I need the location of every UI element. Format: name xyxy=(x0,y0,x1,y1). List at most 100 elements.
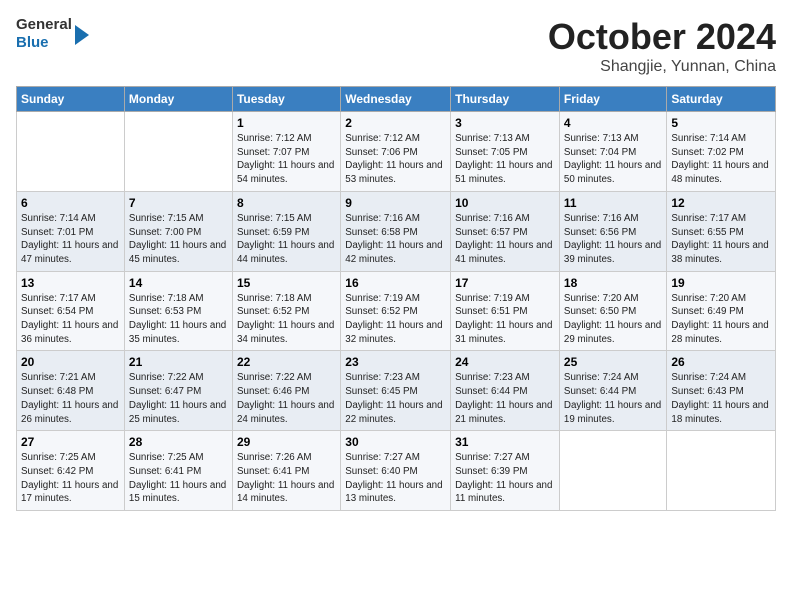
day-info: Sunrise: 7:19 AM Sunset: 6:51 PM Dayligh… xyxy=(455,292,555,347)
calendar-cell: 10 Sunrise: 7:16 AM Sunset: 6:57 PM Dayli… xyxy=(451,191,560,271)
day-number: 13 xyxy=(21,276,120,290)
day-info: Sunrise: 7:12 AM Sunset: 7:06 PM Dayligh… xyxy=(345,132,446,187)
day-info: Sunrise: 7:15 AM Sunset: 6:59 PM Dayligh… xyxy=(237,212,336,267)
day-number: 12 xyxy=(671,196,771,210)
day-number: 11 xyxy=(564,196,662,210)
day-number: 2 xyxy=(345,116,446,130)
calendar-cell: 26 Sunrise: 7:24 AM Sunset: 6:43 PM Dayli… xyxy=(667,351,776,431)
day-info: Sunrise: 7:13 AM Sunset: 7:04 PM Dayligh… xyxy=(564,132,662,187)
day-number: 28 xyxy=(129,435,228,449)
title-block: October 2024 Shangjie, Yunnan, China xyxy=(548,16,776,76)
day-info: Sunrise: 7:18 AM Sunset: 6:52 PM Dayligh… xyxy=(237,292,336,347)
day-number: 25 xyxy=(564,355,662,369)
day-of-week-header: Wednesday xyxy=(341,87,451,112)
calendar-cell: 8 Sunrise: 7:15 AM Sunset: 6:59 PM Daylig… xyxy=(232,191,340,271)
day-of-week-header: Monday xyxy=(124,87,232,112)
day-number: 10 xyxy=(455,196,555,210)
calendar-cell: 17 Sunrise: 7:19 AM Sunset: 6:51 PM Dayli… xyxy=(451,271,560,351)
day-info: Sunrise: 7:27 AM Sunset: 6:39 PM Dayligh… xyxy=(455,451,555,506)
day-info: Sunrise: 7:16 AM Sunset: 6:58 PM Dayligh… xyxy=(345,212,446,267)
calendar-cell: 3Sunrise: 7:13 AM Sunset: 7:05 PM Daylig… xyxy=(451,112,560,192)
calendar-cell: 18Sunrise: 7:20 AM Sunset: 6:50 PM Dayli… xyxy=(559,271,666,351)
calendar-cell: 24Sunrise: 7:23 AM Sunset: 6:44 PM Dayli… xyxy=(451,351,560,431)
day-number: 23 xyxy=(345,355,446,369)
page-header: General Blue October 2024 Shangjie, Yunn… xyxy=(16,16,776,76)
calendar-cell: 19 Sunrise: 7:20 AM Sunset: 6:49 PM Dayli… xyxy=(667,271,776,351)
day-info: Sunrise: 7:17 AM Sunset: 6:54 PM Dayligh… xyxy=(21,292,120,347)
calendar-header-row: SundayMondayTuesdayWednesdayThursdayFrid… xyxy=(17,87,776,112)
day-info: Sunrise: 7:23 AM Sunset: 6:45 PM Dayligh… xyxy=(345,371,446,426)
logo: General Blue xyxy=(16,16,89,52)
logo-blue: Blue xyxy=(16,34,72,52)
day-number: 7 xyxy=(129,196,228,210)
day-number: 24 xyxy=(455,355,555,369)
calendar-cell xyxy=(667,431,776,511)
day-number: 5 xyxy=(671,116,771,130)
day-number: 6 xyxy=(21,196,120,210)
day-info: Sunrise: 7:16 AM Sunset: 6:57 PM Dayligh… xyxy=(455,212,555,267)
calendar-cell: 6 Sunrise: 7:14 AM Sunset: 7:01 PM Daylig… xyxy=(17,191,125,271)
calendar-cell: 21 Sunrise: 7:22 AM Sunset: 6:47 PM Dayli… xyxy=(124,351,232,431)
day-number: 19 xyxy=(671,276,771,290)
day-info: Sunrise: 7:25 AM Sunset: 6:42 PM Dayligh… xyxy=(21,451,120,506)
day-number: 20 xyxy=(21,355,120,369)
day-number: 29 xyxy=(237,435,336,449)
day-info: Sunrise: 7:22 AM Sunset: 6:47 PM Dayligh… xyxy=(129,371,228,426)
day-of-week-header: Thursday xyxy=(451,87,560,112)
calendar-week-row: 27Sunrise: 7:25 AM Sunset: 6:42 PM Dayli… xyxy=(17,431,776,511)
day-number: 30 xyxy=(345,435,446,449)
logo-general: General xyxy=(16,16,72,34)
day-number: 14 xyxy=(129,276,228,290)
calendar-cell: 22Sunrise: 7:22 AM Sunset: 6:46 PM Dayli… xyxy=(232,351,340,431)
day-number: 21 xyxy=(129,355,228,369)
day-number: 4 xyxy=(564,116,662,130)
calendar-cell: 9 Sunrise: 7:16 AM Sunset: 6:58 PM Daylig… xyxy=(341,191,451,271)
calendar-cell: 7 Sunrise: 7:15 AM Sunset: 7:00 PM Daylig… xyxy=(124,191,232,271)
logo-text: General Blue xyxy=(16,16,72,52)
day-number: 26 xyxy=(671,355,771,369)
calendar-cell: 13 Sunrise: 7:17 AM Sunset: 6:54 PM Dayli… xyxy=(17,271,125,351)
day-number: 15 xyxy=(237,276,336,290)
calendar-week-row: 1 Sunrise: 7:12 AM Sunset: 7:07 PM Daylig… xyxy=(17,112,776,192)
calendar-table: SundayMondayTuesdayWednesdayThursdayFrid… xyxy=(16,86,776,511)
day-number: 16 xyxy=(345,276,446,290)
calendar-cell: 11 Sunrise: 7:16 AM Sunset: 6:56 PM Dayli… xyxy=(559,191,666,271)
calendar-cell: 31Sunrise: 7:27 AM Sunset: 6:39 PM Dayli… xyxy=(451,431,560,511)
calendar-cell: 28Sunrise: 7:25 AM Sunset: 6:41 PM Dayli… xyxy=(124,431,232,511)
calendar-week-row: 13 Sunrise: 7:17 AM Sunset: 6:54 PM Dayli… xyxy=(17,271,776,351)
day-of-week-header: Saturday xyxy=(667,87,776,112)
day-info: Sunrise: 7:20 AM Sunset: 6:50 PM Dayligh… xyxy=(564,292,662,347)
day-of-week-header: Tuesday xyxy=(232,87,340,112)
day-info: Sunrise: 7:19 AM Sunset: 6:52 PM Dayligh… xyxy=(345,292,446,347)
day-of-week-header: Sunday xyxy=(17,87,125,112)
day-number: 8 xyxy=(237,196,336,210)
calendar-cell: 20 Sunrise: 7:21 AM Sunset: 6:48 PM Dayli… xyxy=(17,351,125,431)
day-number: 17 xyxy=(455,276,555,290)
day-info: Sunrise: 7:17 AM Sunset: 6:55 PM Dayligh… xyxy=(671,212,771,267)
calendar-cell: 23 Sunrise: 7:23 AM Sunset: 6:45 PM Dayli… xyxy=(341,351,451,431)
calendar-cell: 2 Sunrise: 7:12 AM Sunset: 7:06 PM Daylig… xyxy=(341,112,451,192)
month-year-title: October 2024 xyxy=(548,16,776,58)
day-info: Sunrise: 7:27 AM Sunset: 6:40 PM Dayligh… xyxy=(345,451,446,506)
calendar-cell: 4 Sunrise: 7:13 AM Sunset: 7:04 PM Daylig… xyxy=(559,112,666,192)
day-number: 1 xyxy=(237,116,336,130)
calendar-cell: 27Sunrise: 7:25 AM Sunset: 6:42 PM Dayli… xyxy=(17,431,125,511)
calendar-cell: 15 Sunrise: 7:18 AM Sunset: 6:52 PM Dayli… xyxy=(232,271,340,351)
calendar-week-row: 6 Sunrise: 7:14 AM Sunset: 7:01 PM Daylig… xyxy=(17,191,776,271)
calendar-cell: 1 Sunrise: 7:12 AM Sunset: 7:07 PM Daylig… xyxy=(232,112,340,192)
day-info: Sunrise: 7:12 AM Sunset: 7:07 PM Dayligh… xyxy=(237,132,336,187)
day-info: Sunrise: 7:24 AM Sunset: 6:43 PM Dayligh… xyxy=(671,371,771,426)
day-info: Sunrise: 7:26 AM Sunset: 6:41 PM Dayligh… xyxy=(237,451,336,506)
day-info: Sunrise: 7:20 AM Sunset: 6:49 PM Dayligh… xyxy=(671,292,771,347)
calendar-cell: 25Sunrise: 7:24 AM Sunset: 6:44 PM Dayli… xyxy=(559,351,666,431)
day-info: Sunrise: 7:21 AM Sunset: 6:48 PM Dayligh… xyxy=(21,371,120,426)
calendar-cell xyxy=(559,431,666,511)
day-info: Sunrise: 7:14 AM Sunset: 7:02 PM Dayligh… xyxy=(671,132,771,187)
day-info: Sunrise: 7:15 AM Sunset: 7:00 PM Dayligh… xyxy=(129,212,228,267)
calendar-week-row: 20 Sunrise: 7:21 AM Sunset: 6:48 PM Dayli… xyxy=(17,351,776,431)
day-number: 9 xyxy=(345,196,446,210)
day-info: Sunrise: 7:14 AM Sunset: 7:01 PM Dayligh… xyxy=(21,212,120,267)
day-number: 3 xyxy=(455,116,555,130)
day-info: Sunrise: 7:16 AM Sunset: 6:56 PM Dayligh… xyxy=(564,212,662,267)
calendar-cell: 16 Sunrise: 7:19 AM Sunset: 6:52 PM Dayli… xyxy=(341,271,451,351)
